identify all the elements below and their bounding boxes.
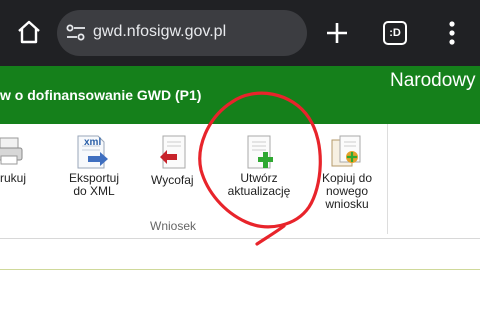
withdraw-button[interactable]: Wycofaj bbox=[146, 134, 202, 190]
content-divider bbox=[0, 269, 480, 270]
copy-to-new-label: Kopiuj do nowego wniosku bbox=[321, 171, 373, 211]
svg-text:xml: xml bbox=[84, 137, 101, 148]
ribbon-group-label: Wniosek bbox=[150, 219, 197, 233]
create-update-button[interactable]: Utwórz aktualizację bbox=[218, 134, 300, 200]
print-button-label: rukuj bbox=[0, 171, 27, 185]
ribbon-separator bbox=[387, 124, 388, 234]
print-button[interactable]: rukuj bbox=[0, 134, 34, 194]
address-bar[interactable]: gwd.nfosigw.gov.pl bbox=[57, 10, 307, 56]
export-xml-label: Eksportuj do XML bbox=[68, 171, 120, 198]
copy-to-new-button[interactable]: Kopiuj do nowego wniosku bbox=[314, 134, 380, 212]
print-icon bbox=[0, 137, 23, 165]
xml-export-icon: xml bbox=[77, 135, 108, 169]
form-title: w o dofinansowanie GWD (P1) bbox=[0, 87, 202, 103]
tab-switcher-button[interactable]: :D bbox=[383, 21, 407, 45]
copy-to-new-icon bbox=[331, 135, 361, 167]
more-menu-icon[interactable] bbox=[440, 17, 464, 49]
create-update-label: Utwórz aktualizację bbox=[227, 171, 291, 198]
browser-toolbar: gwd.nfosigw.gov.pl :D bbox=[0, 0, 480, 66]
site-settings-icon[interactable] bbox=[65, 22, 87, 44]
withdraw-label: Wycofaj bbox=[151, 173, 194, 187]
organization-name: Narodowy bbox=[390, 70, 476, 91]
url-text: gwd.nfosigw.gov.pl bbox=[93, 23, 227, 40]
withdraw-icon bbox=[160, 135, 186, 169]
new-tab-icon[interactable] bbox=[322, 18, 352, 48]
create-update-icon bbox=[247, 135, 273, 169]
home-icon[interactable] bbox=[12, 15, 46, 49]
export-xml-button[interactable]: xml Eksportuj do XML bbox=[56, 134, 132, 200]
